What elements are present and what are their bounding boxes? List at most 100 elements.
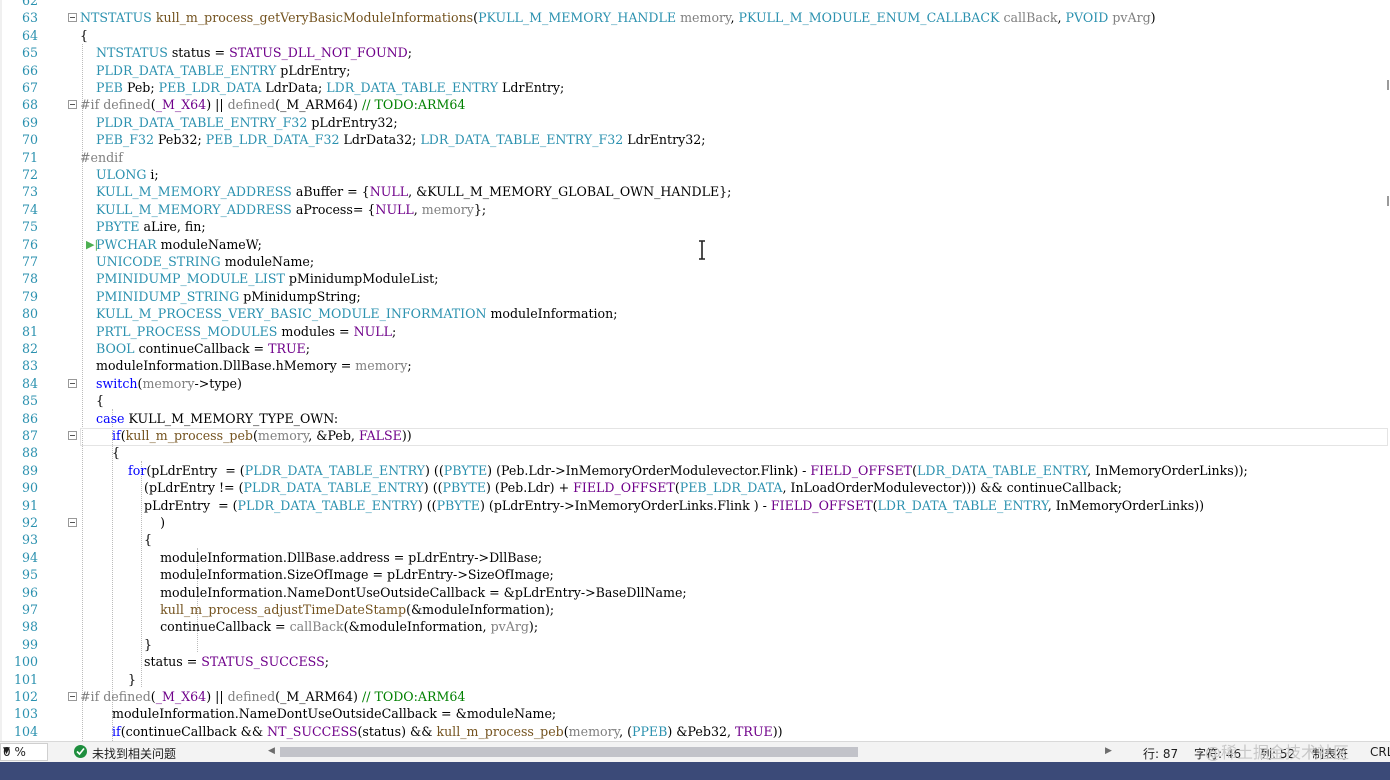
code-token: (pLdrEntry = (	[146, 462, 245, 478]
collapse-icon[interactable]	[68, 13, 77, 23]
code-token: ;	[407, 358, 412, 374]
code-token: status =	[80, 654, 202, 670]
code-token: PMINIDUMP_STRING	[96, 288, 240, 304]
code-line[interactable]: 83 moduleInformation.DllBase.hMemory = m…	[0, 357, 1390, 374]
code-line[interactable]: 98 continueCallback = callBack(&moduleIn…	[0, 618, 1390, 635]
code-line[interactable]: 74 KULL_M_MEMORY_ADDRESS aProcess= {NULL…	[0, 201, 1390, 218]
code-token: };	[473, 201, 487, 217]
collapse-icon[interactable]	[68, 518, 77, 527]
code-line[interactable]: 89 for(pLdrEntry = (PLDR_DATA_TABLE_ENTR…	[0, 462, 1390, 479]
code-line[interactable]: 70 PEB_F32 Peb32; PEB_LDR_DATA_F32 LdrDa…	[0, 131, 1390, 148]
code-text: {	[80, 27, 88, 44]
line-indicator[interactable]: 行: 87	[1143, 745, 1178, 762]
code-line[interactable]: 67 PEB Peb; PEB_LDR_DATA LdrData; LDR_DA…	[0, 79, 1390, 96]
code-token: NTSTATUS	[96, 45, 168, 61]
collapse-icon[interactable]	[68, 100, 77, 110]
code-token: ->type)	[194, 375, 242, 391]
code-line[interactable]: 75 PBYTE aLire, fin;	[0, 218, 1390, 235]
code-text: if(kull_m_process_peb(memory, &Peb, FALS…	[80, 427, 412, 444]
code-line[interactable]: 65 NTSTATUS status = STATUS_DLL_NOT_FOUN…	[0, 44, 1390, 61]
code-token: defined	[227, 689, 276, 704]
code-line[interactable]: 63 NTSTATUS kull_m_process_getVeryBasicMo…	[0, 9, 1390, 26]
code-line[interactable]: 87 if(kull_m_process_peb(memory, &Peb, F…	[0, 427, 1390, 444]
code-line[interactable]: 64 {	[0, 27, 1390, 44]
code-token: defined	[227, 97, 276, 113]
code-token: #endif	[80, 149, 123, 165]
code-token: ;	[407, 45, 412, 61]
code-line[interactable]: 71 #endif	[0, 149, 1390, 166]
code-line[interactable]: 68 #if defined(_M_X64) || defined(_M_ARM6…	[0, 96, 1390, 113]
code-line[interactable]: 93 {	[0, 531, 1390, 548]
code-line[interactable]: 99 }	[0, 636, 1390, 653]
problems-status[interactable]: 未找到相关问题	[92, 745, 176, 762]
collapse-icon[interactable]	[68, 692, 77, 701]
code-editor[interactable]: 62 63 NTSTATUS kull_m_process_getVeryBasic…	[0, 0, 1390, 741]
code-line[interactable]: 86 case KULL_M_MEMORY_TYPE_OWN:	[0, 410, 1390, 427]
code-token: ) ||	[206, 689, 228, 704]
line-number: 84	[21, 375, 38, 391]
line-number: 68	[21, 97, 38, 113]
code-line[interactable]: 77 UNICODE_STRING moduleName;	[0, 253, 1390, 270]
collapse-icon[interactable]	[68, 431, 77, 440]
code-line[interactable]: 69 PLDR_DATA_TABLE_ENTRY_F32 pLdrEntry32…	[0, 114, 1390, 131]
line-ending-indicator[interactable]: CRL	[1370, 745, 1390, 759]
code-line[interactable]: 101 }	[0, 671, 1390, 688]
code-line[interactable]: 104 if(continueCallback && NT_SUCCESS(st…	[0, 723, 1390, 740]
collapse-icon[interactable]	[68, 378, 77, 388]
code-token: ))	[772, 723, 783, 739]
code-line[interactable]: 95 moduleInformation.SizeOfImage = pLdrE…	[0, 566, 1390, 583]
code-token: moduleName;	[220, 254, 315, 269]
code-token: ) ||	[206, 97, 228, 113]
code-token: (&moduleInformation,	[343, 619, 491, 635]
code-token: PLDR_DATA_TABLE_ENTRY	[244, 462, 425, 478]
code-line[interactable]: 100 status = STATUS_SUCCESS;	[0, 653, 1390, 670]
code-line[interactable]: 88 {	[0, 444, 1390, 461]
code-line[interactable]: 66 PLDR_DATA_TABLE_ENTRY pLdrEntry;	[0, 62, 1390, 79]
code-line[interactable]: 78 PMINIDUMP_MODULE_LIST pMinidumpModule…	[0, 270, 1390, 287]
code-line[interactable]: 80 KULL_M_PROCESS_VERY_BASIC_MODULE_INFO…	[0, 305, 1390, 322]
check-circle-icon[interactable]	[74, 745, 87, 758]
code-text: {	[80, 444, 120, 461]
code-token: PBYTE	[443, 462, 488, 478]
code-line[interactable]: 76 PWCHAR moduleNameW;	[0, 236, 1390, 253]
zoom-dropdown[interactable]: 0 % ▼	[0, 743, 48, 761]
code-token: PLDR_DATA_TABLE_ENTRY	[237, 497, 418, 513]
code-line[interactable]: 94 moduleInformation.DllBase.address = p…	[0, 549, 1390, 566]
step-marker-icon[interactable]: ▶|	[86, 238, 98, 251]
code-token: PBYTE	[442, 480, 486, 496]
code-token: #if defined	[80, 97, 151, 113]
code-token: NT_SUCCESS	[267, 723, 358, 739]
scroll-right-icon[interactable]: ▶	[1105, 746, 1112, 756]
code-token: , &Peb,	[308, 428, 359, 443]
code-text: moduleInformation.DllBase.hMemory = memo…	[80, 357, 412, 374]
horizontal-scrollbar[interactable]	[280, 747, 1105, 757]
code-line[interactable]: 73 KULL_M_MEMORY_ADDRESS aBuffer = {NULL…	[0, 183, 1390, 200]
scrollbar-thumb[interactable]	[280, 747, 858, 757]
code-line[interactable]: 103 moduleInformation.NameDontUseOutside…	[0, 705, 1390, 722]
code-line[interactable]: 81 PRTL_PROCESS_MODULES modules = NULL;	[0, 323, 1390, 340]
code-line[interactable]: 90 (pLdrEntry != (PLDR_DATA_TABLE_ENTRY)…	[0, 479, 1390, 496]
code-line[interactable]: 85 {	[0, 392, 1390, 409]
code-line[interactable]: 92 )	[0, 514, 1390, 531]
code-token: STATUS_SUCCESS	[201, 654, 325, 670]
code-line[interactable]: 82 BOOL continueCallback = TRUE;	[0, 340, 1390, 357]
code-line[interactable]: 102 #if defined(_M_X64) || defined(_M_ARM…	[0, 688, 1390, 705]
line-number: 99	[21, 636, 38, 652]
watermark: @稀土掘金技术社区	[1205, 743, 1350, 762]
code-line[interactable]: 97 kull_m_process_adjustTimeDateStamp(&m…	[0, 601, 1390, 618]
code-line[interactable]: 84 switch(memory->type)	[0, 375, 1390, 392]
code-line[interactable]: 96 moduleInformation.NameDontUseOutsideC…	[0, 584, 1390, 601]
code-line[interactable]: 79 PMINIDUMP_STRING pMinidumpString;	[0, 288, 1390, 305]
code-token: memory	[421, 201, 474, 217]
code-text: (pLdrEntry != (PLDR_DATA_TABLE_ENTRY) ((…	[80, 479, 1122, 496]
code-line[interactable]: 91 pLdrEntry = (PLDR_DATA_TABLE_ENTRY) (…	[0, 497, 1390, 514]
scroll-left-icon[interactable]: ◀	[268, 746, 275, 756]
line-number: 67	[21, 80, 38, 95]
code-token: moduleInformation;	[486, 306, 618, 322]
code-token: pMinidumpString;	[239, 288, 361, 304]
taskbar	[0, 762, 1390, 780]
code-line[interactable]: 62	[0, 0, 1390, 9]
code-line[interactable]: 72 ULONG i;	[0, 166, 1390, 183]
